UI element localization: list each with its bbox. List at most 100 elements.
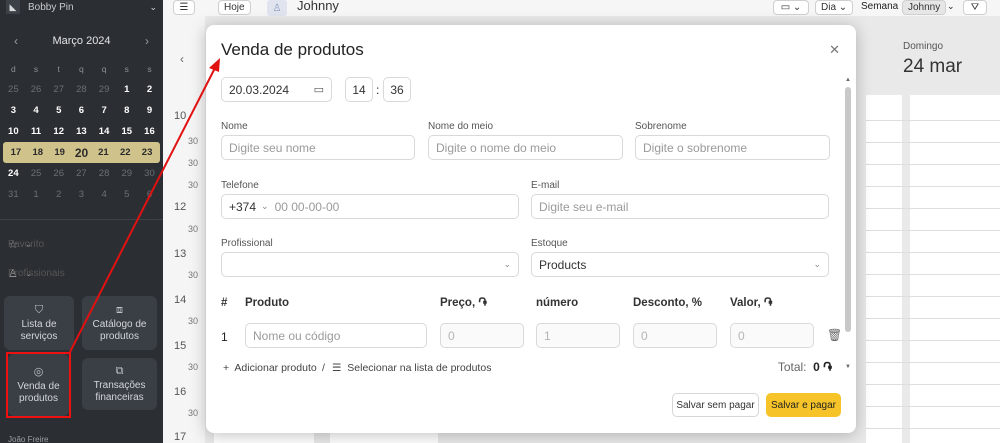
calendar-day[interactable]: 31 [2,189,25,200]
save-without-paying-button[interactable]: Salvar sem pagar [672,393,759,417]
calendar-day[interactable]: 2 [138,84,161,95]
middle-name-label: Nome do meio [428,121,494,132]
tile-transactions[interactable]: ⧉ Transações financeiras [82,358,157,410]
bottom-user[interactable]: João Freire [0,435,163,443]
stock-select[interactable]: Products ⌄ [531,252,829,277]
calendar-day[interactable]: 6 [70,105,93,116]
calendar-day[interactable]: 12 [47,126,70,137]
chevron-left-icon[interactable]: ‹ [180,52,184,66]
calendar-day[interactable]: 7 [93,105,116,116]
scroll-up-icon[interactable]: ▲ [845,77,851,83]
calendar-day[interactable]: 24 [2,168,25,179]
tile-services[interactable]: ⛉ Lista de serviços [4,296,74,350]
time-label: 17 [174,431,187,443]
calendar-day[interactable]: 4 [93,189,116,200]
calendar-day[interactable]: 25 [2,84,25,95]
calendar-day[interactable]: 18 [27,147,49,158]
selected-professional[interactable]: Johnny [902,0,947,15]
calendar-day[interactable]: 23 [136,147,158,158]
calendar-day[interactable]: 27 [47,84,70,95]
chevron-down-icon[interactable]: ⌄ [813,259,821,270]
quantity-input[interactable]: 1 [536,323,620,348]
tile-catalog[interactable]: ⧈ Catálogo de produtos [82,296,157,350]
calendar-day[interactable]: 2 [47,189,70,200]
view-day-label: Dia [821,2,837,13]
calendar-day[interactable]: 26 [47,168,70,179]
phone-input[interactable]: +374 ⌄ 00 00-00-00 [221,194,519,219]
calendar-day[interactable]: 21 [92,147,114,158]
calendar-picker-button[interactable]: ▭ ⌄ [773,0,809,15]
email-input[interactable]: Digite seu e-mail [531,194,829,219]
calendar-day[interactable]: 27 [70,168,93,179]
scroll-down-icon[interactable]: ▼ [845,364,851,370]
calendar-day[interactable]: 5 [47,105,70,116]
calendar-icon[interactable]: ▭ [314,83,324,96]
chevron-down-icon[interactable]: ⌄ [503,259,511,270]
chevron-right-icon[interactable]: › [145,34,149,48]
calendar-day[interactable]: 8 [115,105,138,116]
calendar-day[interactable]: 4 [25,105,48,116]
calendar-day[interactable]: 3 [2,105,25,116]
date-input[interactable]: 20.03.2024 ▭ [221,77,332,102]
day-name: Domingo [903,41,944,52]
calendar-day[interactable]: 30 [138,168,161,179]
today-button[interactable]: Hoje [218,0,251,15]
hour-input[interactable]: 14 [345,77,373,102]
calendar-day[interactable]: 13 [70,126,93,137]
surname-input[interactable]: Digite o sobrenome [635,135,830,160]
total-label: Total: [777,360,807,374]
product-input[interactable]: Nome ou código [245,323,427,348]
phone-country-code[interactable]: +374 [229,200,256,214]
calendar-day[interactable]: 15 [115,126,138,137]
selected-week[interactable]: 17 18 19 20 21 22 23 [3,142,160,163]
calendar-day[interactable]: 1 [115,84,138,95]
calendar-day[interactable]: 11 [25,126,48,137]
discount-input[interactable]: 0 [633,323,717,348]
select-from-list-label: Selecionar na lista de produtos [347,362,492,374]
account-name: Bobby Pin [28,1,74,13]
chevron-down-icon[interactable]: ⌄ [149,2,157,13]
close-icon[interactable]: ✕ [829,42,840,58]
select-from-list-link[interactable]: ☰ Selecionar na lista de produtos [332,362,491,374]
chevron-down-icon[interactable]: ⌄ [261,201,269,212]
add-product-link[interactable]: + Adicionar produto [223,362,317,374]
calendar-day[interactable]: 25 [25,168,48,179]
calendar-day[interactable]: 9 [138,105,161,116]
calendar-day[interactable]: 29 [115,168,138,179]
calendar-day[interactable]: 5 [115,189,138,200]
minute-input[interactable]: 36 [383,77,411,102]
calendar-day[interactable]: 28 [70,84,93,95]
calendar-day[interactable]: 19 [49,147,71,158]
chevron-down-icon[interactable]: ⌄ [947,1,955,12]
calendar-day[interactable]: 1 [25,189,48,200]
calendar-day[interactable]: 6 [138,189,161,200]
calendar-day[interactable]: 29 [93,84,116,95]
value-input: 0 [730,323,814,348]
calendar-day-today[interactable]: 20 [71,146,93,160]
calendar-day[interactable]: 28 [93,168,116,179]
calendar-day[interactable]: 22 [114,147,136,158]
avatar-icon: ♙ [267,0,287,16]
view-day-select[interactable]: Dia ⌄ [815,0,854,15]
name-input[interactable]: Digite seu nome [221,135,415,160]
calendar-day[interactable]: 10 [2,126,25,137]
section-favorites[interactable]: ☆ Favorito ⌄ [0,236,163,252]
middle-name-input[interactable]: Digite o nome do meio [428,135,623,160]
calendar-day[interactable]: 14 [93,126,116,137]
chevron-left-icon[interactable]: ‹ [14,34,18,48]
professional-select[interactable]: ⌄ [221,252,519,277]
time-label-half: 30 [188,408,199,418]
menu-icon[interactable]: ☰ [173,0,195,15]
filter-icon[interactable]: ⛛ [963,0,987,15]
scrollbar-thumb[interactable] [845,87,851,332]
account-header[interactable]: ◣ Bobby Pin ⌄ [0,0,163,14]
view-week-label[interactable]: Semana [861,1,898,12]
time-label-half: 30 [188,224,199,234]
calendar-day[interactable]: 26 [25,84,48,95]
calendar-day[interactable]: 16 [138,126,161,137]
section-professionals[interactable]: ♙ Profissionais ⌄ [0,265,163,281]
save-and-pay-button[interactable]: Salvar e pagar [766,393,841,417]
calendar-day[interactable]: 17 [5,147,27,158]
calendar-day[interactable]: 3 [70,189,93,200]
trash-icon[interactable]: 🗑 [827,328,842,342]
